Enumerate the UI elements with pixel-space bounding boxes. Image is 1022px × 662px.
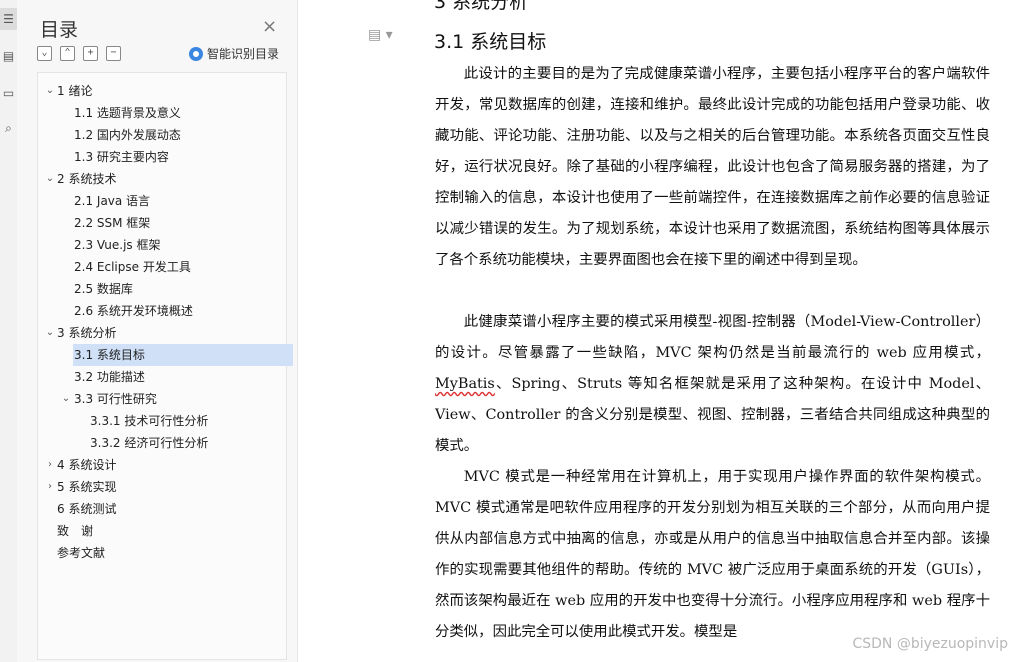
chevron-right-icon[interactable]: › bbox=[44, 476, 56, 498]
paragraph-2: 此健康菜谱小程序主要的模式采用模型-视图-控制器（Model-View-Cont… bbox=[435, 307, 990, 462]
toc-item-label: 3.1 系统目标 bbox=[74, 348, 145, 362]
demote-heading-button[interactable]: − bbox=[106, 46, 121, 61]
toc-item-label: 2.3 Vue.js 框架 bbox=[74, 238, 161, 252]
paragraph-3: MVC 模式是一种经常用在计算机上，用于实现用户操作界面的软件架构模式。MVC … bbox=[435, 469, 990, 640]
toc-item[interactable]: 3.1 系统目标 bbox=[73, 344, 293, 366]
toc-item-label: 6 系统测试 bbox=[57, 502, 117, 516]
watermark: CSDN @biyezuopinvip bbox=[852, 636, 1008, 652]
toc-item-label: 1.3 研究主要内容 bbox=[74, 150, 169, 164]
chevron-right-icon[interactable]: › bbox=[44, 454, 56, 476]
toc-item-label: 3.3 可行性研究 bbox=[74, 392, 157, 406]
toc-item[interactable]: ⌄ 1 绪论 bbox=[38, 80, 286, 102]
chevron-down-icon[interactable]: ⌄ bbox=[60, 388, 72, 410]
section-heading: 3.1 系统目标 bbox=[434, 31, 547, 53]
promote-heading-button[interactable]: + bbox=[83, 46, 98, 61]
toc-item[interactable]: 2.5 数据库 bbox=[38, 278, 286, 300]
comment-icon[interactable]: ▭ bbox=[0, 82, 17, 104]
toc-item-label: 2.5 数据库 bbox=[74, 282, 133, 296]
toc-item-label: 3.2 功能描述 bbox=[74, 370, 145, 384]
smart-toc-label: 智能识别目录 bbox=[207, 47, 280, 61]
toc-item-label: 致 谢 bbox=[57, 524, 94, 538]
toc-item[interactable]: › 4 系统设计 bbox=[38, 454, 286, 476]
expand-all-button[interactable]: ⌄ bbox=[37, 46, 52, 61]
navigation-panel: 目录 × ⌄ ⌃ + − 智能识别目录 ⌄ 1 绪论 1.1 选题背景及意义 1.2 … bbox=[17, 0, 298, 662]
toc-item[interactable]: 1.2 国内外发展动态 bbox=[38, 124, 286, 146]
toc-item[interactable]: 3.3.2 经济可行性分析 bbox=[38, 432, 286, 454]
left-icon-rail: ☰ ▤ ▭ ⌕ bbox=[0, 0, 18, 662]
toc-item-label: 1 绪论 bbox=[57, 84, 93, 98]
toc-item-label: 参考文献 bbox=[57, 546, 106, 560]
close-icon[interactable]: × bbox=[262, 16, 277, 37]
toc-list-icon[interactable]: ☰ bbox=[0, 8, 17, 30]
paragraph-2-part-b: 、Spring、Struts 等知名框架就是采用了这种架构。在设计中 Model… bbox=[435, 376, 990, 454]
toc-item[interactable]: 6 系统测试 bbox=[38, 498, 286, 520]
toc-item[interactable]: 1.3 研究主要内容 bbox=[38, 146, 286, 168]
toc-item-label: 1.2 国内外发展动态 bbox=[74, 128, 181, 142]
paragraph-1: 此设计的主要目的是为了完成健康菜谱小程序，主要包括小程序平台的客户端软件开发，常… bbox=[435, 66, 990, 268]
toc-item-label: 2.1 Java 语言 bbox=[74, 194, 151, 208]
nav-title: 目录 bbox=[40, 19, 79, 41]
toc-item-label: 5 系统实现 bbox=[57, 480, 117, 494]
toc-item[interactable]: 致 谢 bbox=[38, 520, 286, 542]
toc-item-label: 3.3.1 技术可行性分析 bbox=[90, 414, 209, 428]
toc-item-label: 2.6 系统开发环境概述 bbox=[74, 304, 193, 318]
toc-item[interactable]: 3.2 功能描述 bbox=[38, 366, 286, 388]
toc-item-label: 3 系统分析 bbox=[57, 326, 117, 340]
chevron-down-icon[interactable]: ⌄ bbox=[44, 168, 56, 190]
toc-item[interactable]: 参考文献 bbox=[38, 542, 286, 564]
toc-tree: ⌄ 1 绪论 1.1 选题背景及意义 1.2 国内外发展动态 1.3 研究主要内容 ⌄ 2 … bbox=[37, 72, 293, 660]
paragraph-2-part-a: 此健康菜谱小程序主要的模式采用模型-视图-控制器（Model-View-Cont… bbox=[435, 314, 990, 361]
toc-item[interactable]: 2.1 Java 语言 bbox=[38, 190, 286, 212]
chapter-heading-partial: 3 系统分析 bbox=[434, 0, 529, 13]
toc-item[interactable]: 2.6 系统开发环境概述 bbox=[38, 300, 286, 322]
toc-item[interactable]: 2.4 Eclipse 开发工具 bbox=[38, 256, 286, 278]
chevron-down-icon[interactable]: ⌄ bbox=[44, 80, 56, 102]
toc-item-label: 1.1 选题背景及意义 bbox=[74, 106, 181, 120]
toc-item-label: 2 系统技术 bbox=[57, 172, 117, 186]
toc-item-label: 4 系统设计 bbox=[57, 458, 117, 472]
toc-item[interactable]: 2.2 SSM 框架 bbox=[38, 212, 286, 234]
toc-item-label: 3.3.2 经济可行性分析 bbox=[90, 436, 209, 450]
smart-recognize-icon bbox=[189, 46, 203, 61]
paragraph-menu-icon[interactable]: ▤ ▾ bbox=[368, 27, 393, 43]
chevron-down-icon[interactable]: ⌄ bbox=[44, 322, 56, 344]
toc-item[interactable]: ⌄ 3 系统分析 bbox=[38, 322, 286, 344]
toc-item-label: 2.4 Eclipse 开发工具 bbox=[74, 260, 191, 274]
toc-item[interactable]: 2.3 Vue.js 框架 bbox=[38, 234, 286, 256]
search-icon[interactable]: ⌕ bbox=[0, 117, 17, 139]
toc-item-label: 2.2 SSM 框架 bbox=[74, 216, 151, 230]
toc-item[interactable]: 1.1 选题背景及意义 bbox=[38, 102, 286, 124]
toc-item[interactable]: ⌄ 2 系统技术 bbox=[38, 168, 286, 190]
document-page[interactable]: ▤ ▾ 3 系统分析 3.1 系统目标 此设计的主要目的是为了完成健康菜谱小程序… bbox=[316, 0, 1022, 662]
toc-item[interactable]: 3.3.1 技术可行性分析 bbox=[38, 410, 286, 432]
document-icon[interactable]: ▤ bbox=[0, 45, 17, 67]
toc-item[interactable]: › 5 系统实现 bbox=[38, 476, 286, 498]
outline-toolbar: ⌄ ⌃ + − bbox=[37, 46, 121, 64]
spellcheck-word: MyBatis bbox=[435, 376, 495, 392]
toc-item[interactable]: ⌄ 3.3 可行性研究 bbox=[38, 388, 286, 410]
smart-toc-button[interactable]: 智能识别目录 bbox=[189, 45, 279, 62]
collapse-all-button[interactable]: ⌃ bbox=[60, 46, 75, 61]
